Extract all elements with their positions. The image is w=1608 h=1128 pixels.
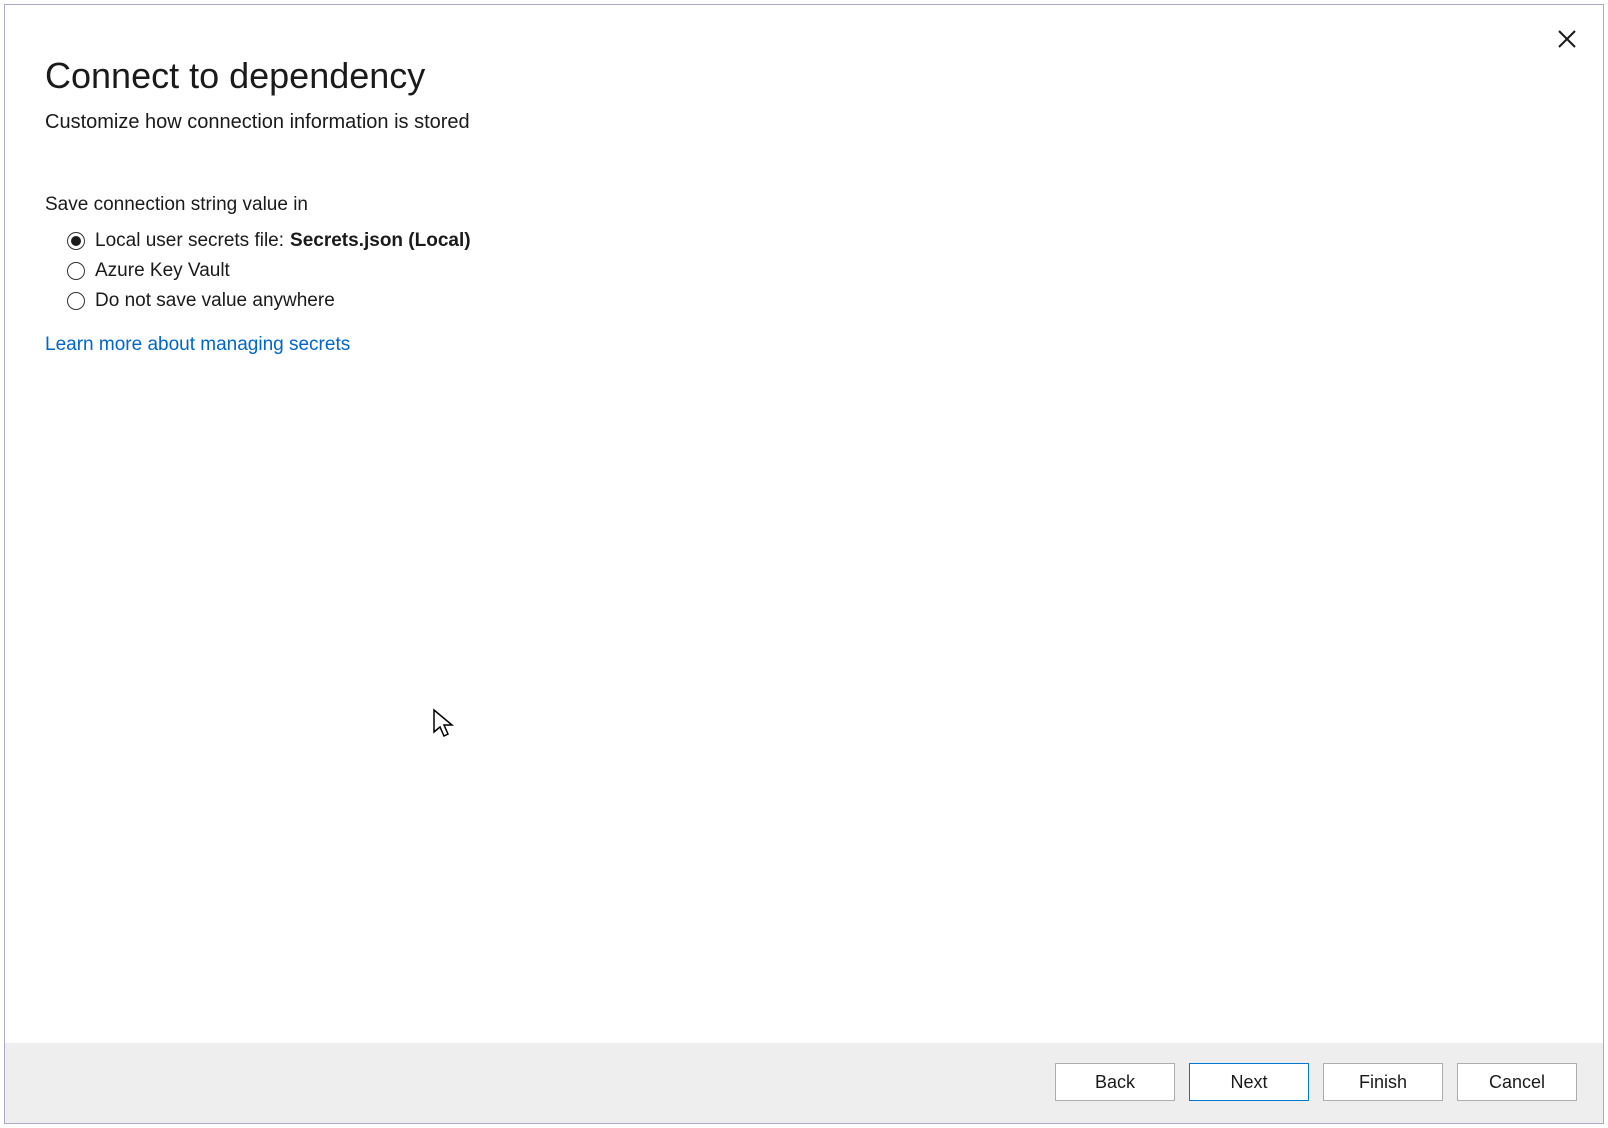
- radio-option-azure-key-vault[interactable]: Azure Key Vault: [67, 260, 1563, 282]
- radio-icon: [67, 292, 85, 310]
- radio-group: Local user secrets file: Secrets.json (L…: [67, 230, 1563, 312]
- radio-option-local-secrets[interactable]: Local user secrets file: Secrets.json (L…: [67, 230, 1563, 252]
- dialog-subtitle: Customize how connection information is …: [45, 111, 1563, 134]
- dialog-title: Connect to dependency: [45, 55, 1563, 97]
- learn-more-link[interactable]: Learn more about managing secrets: [45, 334, 350, 356]
- radio-label: Azure Key Vault: [95, 260, 230, 282]
- radio-label: Do not save value anywhere: [95, 290, 335, 312]
- cancel-button[interactable]: Cancel: [1457, 1063, 1577, 1101]
- radio-option-do-not-save[interactable]: Do not save value anywhere: [67, 290, 1563, 312]
- finish-button[interactable]: Finish: [1323, 1063, 1443, 1101]
- back-button[interactable]: Back: [1055, 1063, 1175, 1101]
- dialog-footer: Back Next Finish Cancel: [5, 1043, 1603, 1123]
- radio-label-bold: Secrets.json (Local): [290, 230, 471, 252]
- section-label: Save connection string value in: [45, 194, 1563, 216]
- next-button[interactable]: Next: [1189, 1063, 1309, 1101]
- close-button[interactable]: [1551, 23, 1583, 55]
- radio-icon: [67, 232, 85, 250]
- radio-label: Local user secrets file:: [95, 230, 284, 252]
- radio-icon: [67, 262, 85, 280]
- close-icon: [1558, 30, 1576, 48]
- dialog-content: Connect to dependency Customize how conn…: [5, 5, 1603, 1043]
- dialog-window: Connect to dependency Customize how conn…: [4, 4, 1604, 1124]
